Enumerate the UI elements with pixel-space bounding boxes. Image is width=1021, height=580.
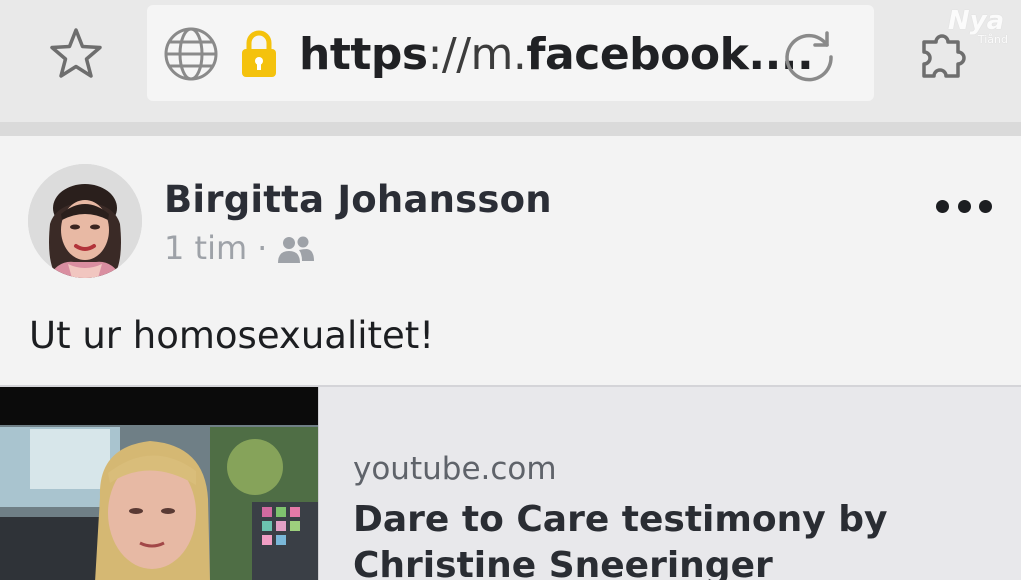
url-domain: facebook. — [526, 29, 765, 80]
meta-separator: · — [257, 229, 268, 267]
dot-icon — [979, 199, 992, 213]
post-author-name[interactable]: Birgitta Johansson — [164, 178, 552, 221]
friends-audience-icon[interactable] — [277, 235, 315, 265]
address-bar[interactable]: https://m.facebook.... — [147, 5, 874, 101]
post-text: Ut ur homosexualitet! — [29, 314, 435, 357]
more-options-button[interactable] — [936, 192, 992, 220]
link-title[interactable]: Dare to Care testimony by Christine Snee… — [353, 497, 1013, 580]
bookmark-star-icon[interactable] — [44, 22, 108, 86]
url-scheme: https — [299, 29, 428, 80]
dot-icon — [936, 199, 949, 213]
lock-icon[interactable] — [240, 29, 278, 79]
url-text: https://m.facebook.... — [299, 29, 814, 81]
post-meta: 1 tim · — [164, 229, 315, 267]
post-timestamp[interactable]: 1 tim — [164, 229, 247, 267]
watermark-main: Nya — [947, 6, 1005, 36]
link-preview[interactable]: youtube.com Dare to Care testimony by Ch… — [0, 385, 1021, 580]
watermark-logo: Nya Tiånd — [940, 8, 1012, 46]
toolbar-divider — [0, 122, 1021, 136]
reload-icon[interactable] — [781, 27, 837, 83]
url-separator: ://m. — [427, 29, 527, 80]
video-thumbnail[interactable] — [0, 387, 318, 580]
avatar[interactable] — [28, 164, 142, 278]
facebook-post: Birgitta Johansson 1 tim · Ut ur homosex… — [0, 136, 1021, 386]
dot-icon — [957, 199, 971, 213]
globe-icon — [164, 27, 218, 81]
browser-toolbar: https://m.facebook.... Nya Tiånd — [0, 0, 1021, 122]
link-info[interactable]: youtube.com Dare to Care testimony by Ch… — [318, 387, 1021, 580]
link-domain: youtube.com — [353, 451, 557, 487]
